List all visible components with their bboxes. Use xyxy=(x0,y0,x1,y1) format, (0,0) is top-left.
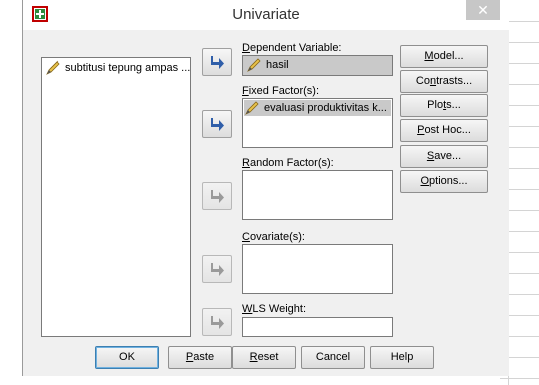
random-factors-list[interactable] xyxy=(242,170,393,220)
pencil-icon xyxy=(245,101,259,115)
fixed-factors-list[interactable]: evaluasi produktivitas k... xyxy=(242,98,393,148)
source-variable-list[interactable]: subtitusi tepung ampas ... xyxy=(41,57,191,337)
move-to-random-factor-button[interactable] xyxy=(202,182,232,210)
dialog-body: subtitusi tepung ampas ... Dependent Var… xyxy=(23,30,509,376)
save-button[interactable]: Save... xyxy=(400,145,488,168)
univariate-dialog: Univariate ✕ subtitusi tepung ampas ... xyxy=(22,0,509,376)
model-button[interactable]: Model... xyxy=(400,45,488,68)
move-to-dependent-button[interactable] xyxy=(202,48,232,76)
window-title: Univariate xyxy=(232,6,300,23)
list-item-label: hasil xyxy=(266,59,289,71)
list-item[interactable]: subtitusi tepung ampas ... xyxy=(45,60,190,76)
dependent-variable-label: Dependent Variable: xyxy=(242,42,342,54)
close-button[interactable]: ✕ xyxy=(466,0,500,20)
title-bar[interactable]: Univariate ✕ xyxy=(23,0,509,30)
arrow-right-icon xyxy=(211,118,224,131)
cancel-button[interactable]: Cancel xyxy=(301,346,365,369)
pencil-icon xyxy=(46,60,60,75)
contrasts-button[interactable]: Contrasts... xyxy=(400,70,488,93)
random-factors-label: Random Factor(s): xyxy=(242,157,334,169)
arrow-right-icon xyxy=(211,316,224,329)
fixed-factors-label: Fixed Factor(s): xyxy=(242,85,320,97)
wls-weight-field[interactable] xyxy=(242,317,393,337)
plots-button[interactable]: Plots... xyxy=(400,94,488,117)
paste-button[interactable]: Paste xyxy=(168,346,232,369)
move-to-fixed-factor-button[interactable] xyxy=(202,110,232,138)
move-to-wls-weight-button[interactable] xyxy=(202,308,232,336)
wls-weight-label: WLS Weight: xyxy=(242,303,306,315)
help-button[interactable]: Help xyxy=(370,346,434,369)
list-item-label: subtitusi tepung ampas ... xyxy=(65,62,190,74)
dependent-variable-field[interactable]: hasil xyxy=(242,55,393,76)
move-to-covariate-button[interactable] xyxy=(202,255,232,283)
post-hoc-button[interactable]: Post Hoc... xyxy=(400,119,488,142)
list-item[interactable]: evaluasi produktivitas k... xyxy=(244,100,391,116)
covariates-label: Covariate(s): xyxy=(242,231,305,243)
list-item[interactable]: hasil xyxy=(246,57,289,73)
arrow-right-icon xyxy=(211,263,224,276)
options-button[interactable]: Options... xyxy=(400,170,488,193)
list-item-label: evaluasi produktivitas k... xyxy=(264,102,387,114)
reset-button[interactable]: Reset xyxy=(232,346,296,369)
arrow-right-icon xyxy=(211,56,224,69)
pencil-icon xyxy=(247,58,261,72)
covariates-list[interactable] xyxy=(242,244,393,294)
ok-button[interactable]: OK xyxy=(95,346,159,369)
arrow-right-icon xyxy=(211,190,224,203)
